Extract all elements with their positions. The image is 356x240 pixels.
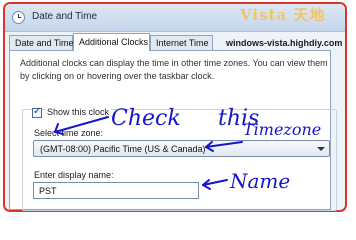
arrow-to-checkbox: [54, 116, 109, 133]
annotation-name: Name: [230, 169, 291, 193]
tab-additional-clocks[interactable]: Additional Clocks: [73, 33, 150, 51]
annotation-check: Check: [111, 106, 181, 131]
arrow-head-checkbox: [54, 123, 64, 135]
annotation-timezone: Timezone: [243, 120, 322, 139]
